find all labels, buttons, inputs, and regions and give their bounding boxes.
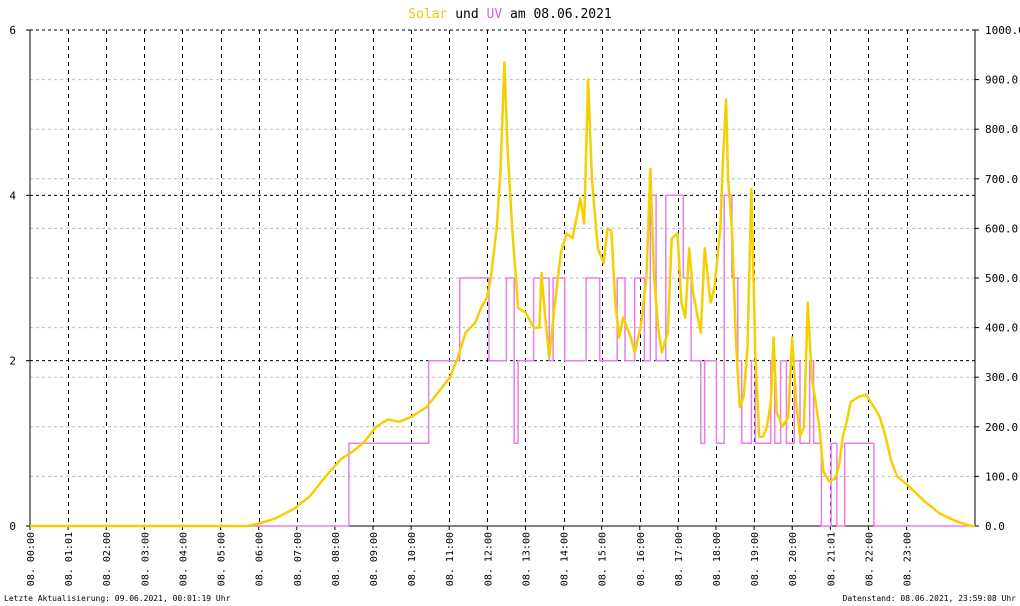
y-axis-left-ticks: 0 2 4 6	[9, 24, 30, 533]
y-right-tick-label: 300.0	[985, 371, 1018, 384]
x-tick-label: 08. 10:00	[407, 532, 418, 586]
chart-title: Solar und UV am 08.06.2021	[408, 7, 612, 22]
x-tick-label: 08. 19:00	[750, 532, 761, 586]
x-tick-label: 08. 17:00	[674, 532, 685, 586]
x-tick-label: 08. 09:00	[369, 532, 380, 586]
x-tick-label: 08. 14:00	[560, 532, 571, 586]
x-tick-label: 08. 04:00	[178, 532, 189, 586]
series-layer	[30, 60, 975, 528]
footer-data-status: Datenstand: 08.06.2021, 23:59:08 Uhr	[843, 594, 1017, 603]
x-axis-ticks: 08. 00:00 08. 01:01 08. 02:00 08. 03:00 08. …	[26, 526, 914, 586]
y-right-tick-label: 100.0	[985, 470, 1018, 483]
y-right-tick-label: 800.0	[985, 123, 1018, 136]
y-left-tick-label: 0	[9, 520, 16, 533]
x-tick-label: 08. 12:00	[483, 532, 494, 586]
y-left-tick-label: 6	[9, 24, 16, 37]
series-uv-line	[30, 194, 975, 527]
x-tick-label: 08. 03:00	[140, 532, 151, 586]
y-right-tick-label: 200.0	[985, 421, 1018, 434]
x-tick-label: 08. 18:00	[712, 532, 723, 586]
x-tick-label: 08. 22:00	[864, 532, 875, 586]
y-right-tick-label: 0.0	[985, 520, 1005, 533]
y-right-tick-label: 900.0	[985, 74, 1018, 87]
title-solar: Solar	[408, 7, 447, 22]
x-tick-label: 08. 13:00	[521, 532, 532, 586]
x-tick-label: 08. 15:00	[598, 532, 609, 586]
y-right-tick-label: 600.0	[985, 222, 1018, 235]
y-right-tick-label: 700.0	[985, 173, 1018, 186]
solar-uv-chart: Solar und UV am 08.06.2021 0 2 4 6 0.0 100.0…	[4, 7, 1020, 603]
y-left-tick-label: 2	[9, 355, 16, 368]
y-axis-right-ticks: 0.0 100.0 200.0 300.0 400.0 500.0 600.0 700.0 80…	[975, 24, 1020, 533]
x-tick-label: 08. 02:00	[102, 532, 113, 586]
x-tick-label: 08. 23:00	[903, 532, 914, 586]
x-tick-label: 08. 07:00	[293, 532, 304, 586]
y-left-tick-label: 4	[9, 189, 16, 202]
x-tick-label: 08. 00:00	[26, 532, 37, 586]
x-tick-label: 08. 21:01	[826, 532, 837, 586]
y-right-tick-label: 400.0	[985, 322, 1018, 335]
x-tick-label: 08. 16:00	[636, 532, 647, 586]
x-tick-label: 08. 05:00	[217, 532, 228, 586]
x-tick-label: 08. 01:01	[64, 532, 75, 586]
footer-last-update: Letzte Aktualisierung: 09.06.2021, 00:01…	[4, 594, 231, 603]
y-right-tick-label: 500.0	[985, 272, 1018, 285]
series-solar-line	[30, 60, 975, 528]
x-tick-label: 08. 20:00	[788, 532, 799, 586]
y-right-tick-label: 1000.0	[985, 24, 1020, 37]
title-date: am 08.06.2021	[502, 7, 612, 22]
title-uv: UV	[487, 7, 503, 22]
x-tick-label: 08. 08:00	[331, 532, 342, 586]
x-tick-label: 08. 06:00	[255, 532, 266, 586]
x-tick-label: 08. 11:00	[445, 532, 456, 586]
title-und: und	[447, 7, 486, 22]
